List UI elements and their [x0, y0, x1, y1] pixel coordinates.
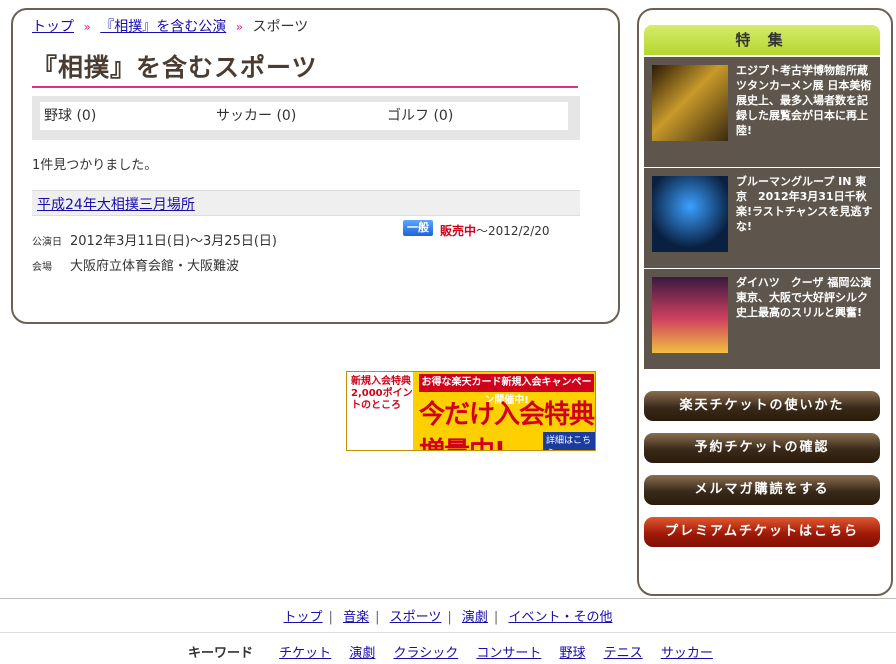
result-count: 1件見つかりました。 [32, 158, 158, 173]
category-filter-list: 野球 (0) サッカー (0) ゴルフ (0) [40, 102, 568, 130]
event-date-label: 公演日 [32, 237, 62, 248]
footer-link-top[interactable]: トップ [284, 610, 323, 625]
keyword-links: キーワード チケット 演劇 クラシック コンサート 野球 テニス サッカー [188, 642, 727, 661]
footer-link-theater[interactable]: 演劇 [462, 610, 488, 625]
banner-top-text: お得な楽天カード新規入会キャンペーン開催中! [419, 374, 594, 406]
keyword-theater[interactable]: 演劇 [349, 646, 375, 661]
keyword-baseball[interactable]: 野球 [560, 646, 586, 661]
event-title-link[interactable]: 平成24年大相撲三月場所 [37, 194, 195, 214]
event-date: 公演日 2012年3月11日(日)〜3月25日(日) [32, 230, 277, 249]
category-filter-box: 野球 (0) サッカー (0) ゴルフ (0) [32, 96, 580, 140]
keyword-concert[interactable]: コンサート [476, 646, 541, 661]
footer-link-sports[interactable]: スポーツ [390, 610, 442, 625]
footer-link-events[interactable]: イベント・その他 [508, 610, 612, 625]
feature-image[interactable] [652, 176, 728, 252]
premium-ticket-button[interactable]: プレミアムチケットはこちら [644, 517, 880, 547]
feature-item-tutankhamun[interactable]: エジプト考古学博物館所蔵 ツタンカーメン展 日本美術展史上、最多入場者数を記録し… [644, 56, 880, 167]
feature-item-blueman[interactable]: ブルーマングループ IN 東京 2012年3月31日千秋楽!ラストチャンスを見逃… [644, 167, 880, 268]
feature-item-kooza[interactable]: ダイハツ クーザ 福岡公演 東京、大阪で大好評シルク史上最高のスリルと興奮! [644, 268, 880, 369]
event-date-value: 2012年3月11日(日)〜3月25日(日) [70, 234, 277, 249]
category-soccer[interactable]: サッカー (0) [216, 102, 296, 130]
reservation-check-button[interactable]: 予約チケットの確認 [644, 433, 880, 463]
sale-status: 販売中〜2012/2/20 [440, 222, 550, 239]
rakuten-card-banner[interactable]: 新規入会特典2,000ポイントのところ お得な楽天カード新規入会キャンペーン開催… [346, 371, 596, 451]
feature-text[interactable]: ダイハツ クーザ 福岡公演 東京、大阪で大好評シルク史上最高のスリルと興奮! [736, 275, 876, 320]
feature-image[interactable] [652, 277, 728, 353]
footer-nav: トップ | 音楽 | スポーツ | 演劇 | イベント・その他 [283, 610, 613, 625]
event-venue-value: 大阪府立体育会館・大阪難波 [70, 259, 240, 274]
sale-status-label: 販売中 [440, 224, 477, 238]
feature-text[interactable]: ブルーマングループ IN 東京 2012年3月31日千秋楽!ラストチャンスを見逃… [736, 174, 876, 234]
feature-image[interactable] [652, 65, 728, 141]
breadcrumb-search-link[interactable]: 『相撲』を含む公演 [100, 19, 226, 35]
keyword-ticket[interactable]: チケット [279, 646, 331, 661]
breadcrumb-current: スポーツ [252, 19, 309, 35]
feature-text[interactable]: エジプト考古学博物館所蔵 ツタンカーメン展 日本美術展史上、最多入場者数を記録し… [736, 63, 876, 138]
event-title-row: 平成24年大相撲三月場所 [32, 190, 580, 216]
breadcrumb-top-link[interactable]: トップ [32, 19, 74, 35]
footer-divider [0, 632, 896, 633]
category-baseball[interactable]: 野球 (0) [44, 102, 96, 130]
keyword-label: キーワード [188, 646, 254, 661]
breadcrumb-separator: » [83, 20, 91, 34]
page-title: 『相撲』を含むスポーツ [32, 50, 578, 88]
category-golf[interactable]: ゴルフ (0) [387, 102, 453, 130]
event-venue: 会場 大阪府立体育会館・大阪難波 [32, 255, 239, 274]
breadcrumb-separator: » [235, 20, 244, 34]
banner-detail-button[interactable]: 詳細はこちら [543, 432, 595, 450]
keyword-soccer[interactable]: サッカー [661, 646, 713, 661]
feature-heading: 特 集 [644, 25, 880, 55]
banner-left-text: 新規入会特典2,000ポイントのところ [351, 376, 413, 411]
keyword-classic[interactable]: クラシック [393, 646, 458, 661]
event-venue-label: 会場 [32, 262, 52, 273]
footer-link-music[interactable]: 音楽 [343, 610, 369, 625]
general-sale-badge: 一般 [403, 220, 433, 236]
breadcrumb: トップ » 『相撲』を含む公演 » スポーツ [32, 16, 308, 36]
newsletter-subscribe-button[interactable]: メルマガ購読をする [644, 475, 880, 505]
sale-until: 〜2012/2/20 [476, 224, 550, 238]
how-to-use-button[interactable]: 楽天チケットの使いかた [644, 391, 880, 421]
footer-divider [0, 598, 896, 599]
keyword-tennis[interactable]: テニス [604, 646, 643, 661]
